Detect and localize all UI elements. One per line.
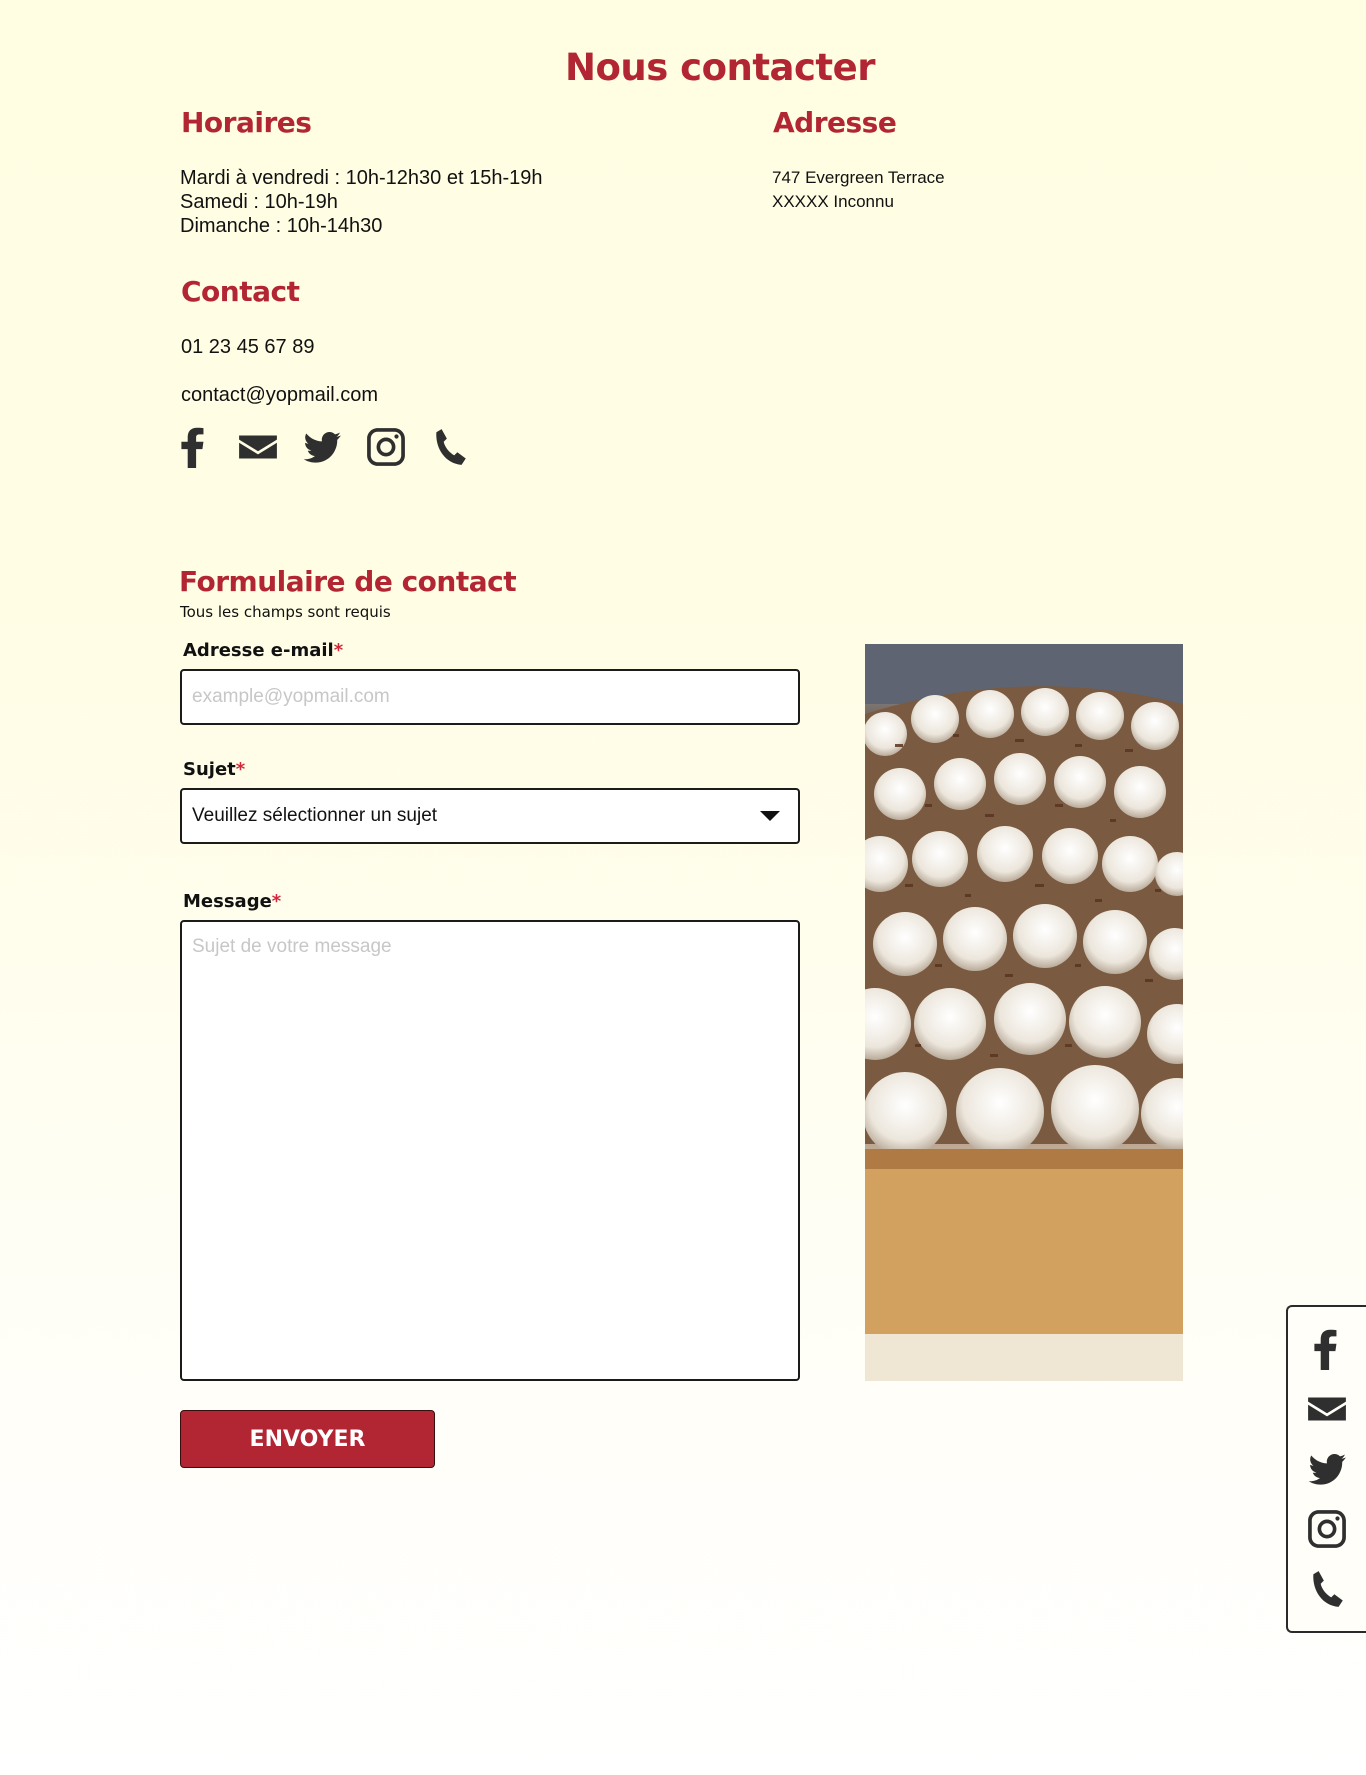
required-marker: * [333,640,344,661]
phone-icon[interactable] [1306,1568,1348,1610]
subject-label-text: Sujet [183,759,236,780]
required-marker: * [271,891,282,912]
page-title: Nous contacter [565,46,875,89]
address-line: 747 Evergreen Terrace [772,168,945,187]
email-field[interactable]: example@yopmail.com [180,669,800,725]
required-marker: * [235,759,246,780]
social-links [173,426,471,468]
message-label-text: Message [183,891,272,912]
email-label: Adresse e-mail* [183,640,343,661]
subject-select[interactable]: Veuillez sélectionner un sujet [180,788,800,844]
instagram-icon[interactable] [365,426,407,468]
address-block: 747 Evergreen Terrace XXXXX Inconnu [772,166,945,214]
subject-label: Sujet* [183,759,245,780]
chevron-down-icon [760,811,780,821]
hours-list: Mardi à vendredi : 10h-12h30 et 15h-19h … [180,166,542,238]
submit-button[interactable]: ENVOYER [180,1410,435,1468]
hours-line: Dimanche : 10h-14h30 [180,215,383,237]
email-label-text: Adresse e-mail [183,640,334,661]
mail-icon[interactable] [1306,1388,1348,1430]
contact-phone: 01 23 45 67 89 [181,336,315,358]
facebook-icon[interactable] [173,426,215,468]
address-heading: Adresse [773,106,897,139]
hours-line: Samedi : 10h-19h [180,191,338,213]
instagram-icon[interactable] [1306,1508,1348,1550]
contact-email: contact@yopmail.com [181,384,379,406]
facebook-icon[interactable] [1306,1328,1348,1370]
message-label: Message* [183,891,281,912]
message-textarea[interactable]: Sujet de votre message [180,920,800,1381]
contact-heading: Contact [181,275,300,308]
subject-selected-value: Veuillez sélectionner un sujet [192,805,438,826]
form-subtitle: Tous les champs sont requis [180,603,391,621]
cake-photo [865,644,1183,1381]
hours-line: Mardi à vendredi : 10h-12h30 et 15h-19h [180,167,543,189]
mail-icon[interactable] [237,426,279,468]
message-placeholder: Sujet de votre message [192,936,392,957]
twitter-icon[interactable] [1306,1448,1348,1490]
email-placeholder: example@yopmail.com [192,686,390,707]
floating-social-sidebar [1286,1305,1366,1633]
address-line: XXXXX Inconnu [772,192,894,211]
hours-heading: Horaires [181,106,312,139]
form-heading: Formulaire de contact [179,565,517,598]
phone-icon[interactable] [429,426,471,468]
twitter-icon[interactable] [301,426,343,468]
cake-illustration [865,644,1183,1381]
